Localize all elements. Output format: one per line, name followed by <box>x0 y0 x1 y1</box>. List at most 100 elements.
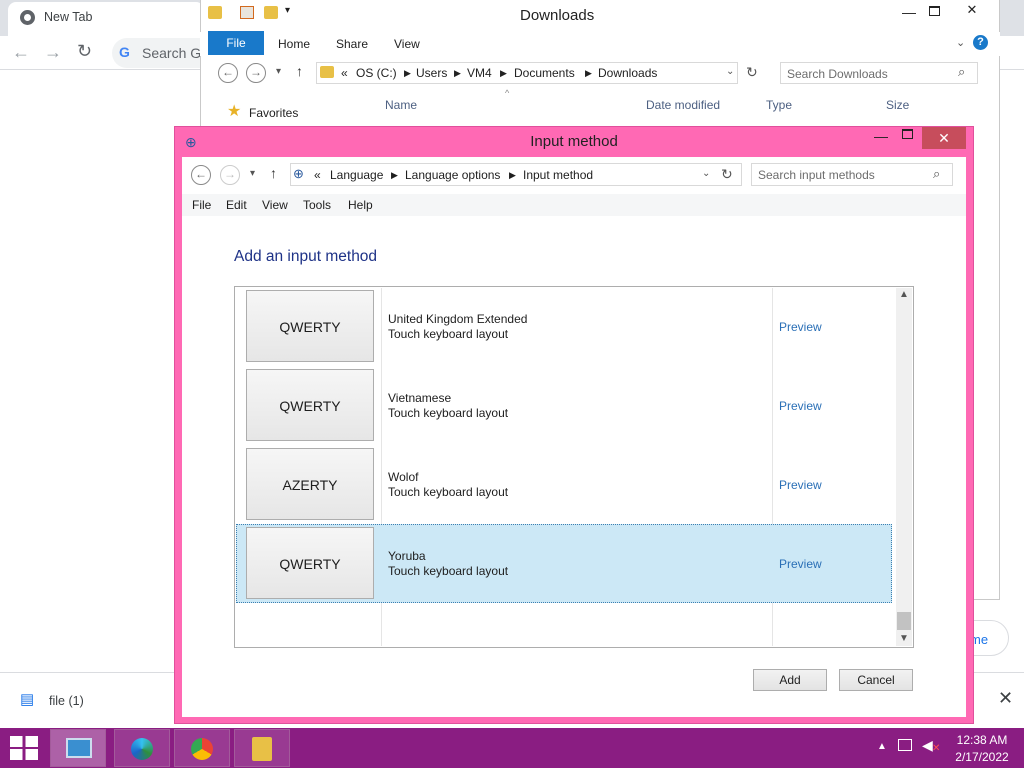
preview-link[interactable]: Preview <box>779 557 822 571</box>
minimize-icon[interactable]: — <box>874 128 888 144</box>
breadcrumb-os[interactable]: OS (C:) <box>356 66 397 80</box>
chevron-down-icon[interactable]: ▾ <box>285 5 290 16</box>
chevron-right-icon[interactable]: ▶ <box>454 68 461 79</box>
chevron-down-icon[interactable]: ⌄ <box>726 66 734 77</box>
chrome-tab[interactable] <box>8 2 204 36</box>
layout-thumbnail: QWERTY <box>246 290 374 362</box>
breadcrumb-overflow[interactable]: « <box>314 168 321 182</box>
chevron-right-icon[interactable]: ▶ <box>404 68 411 79</box>
new-folder-icon[interactable] <box>264 6 278 19</box>
breadcrumb-downloads[interactable]: Downloads <box>598 66 657 80</box>
column-date-modified[interactable]: Date modified <box>646 98 720 112</box>
up-icon[interactable]: ↑ <box>270 165 277 181</box>
folder-icon <box>208 6 222 19</box>
ribbon-tab-share[interactable]: Share <box>336 37 368 51</box>
forward-icon[interactable]: → <box>44 42 62 63</box>
file-icon: ▤ <box>20 691 35 708</box>
maximize-icon[interactable] <box>929 6 940 16</box>
folder-icon <box>252 737 272 761</box>
star-icon: ★ <box>227 103 242 120</box>
ribbon-tab-home[interactable]: Home <box>278 37 310 51</box>
taskbar-chrome[interactable] <box>174 729 230 767</box>
show-hidden-icons[interactable]: ▲ <box>877 741 887 752</box>
ribbon <box>200 32 1000 56</box>
add-button[interactable]: Add <box>753 669 827 691</box>
reload-icon[interactable]: ↻ <box>77 41 92 62</box>
recent-icon[interactable]: ▾ <box>250 168 255 179</box>
column-size[interactable]: Size <box>886 98 909 112</box>
up-icon[interactable]: ↑ <box>296 63 303 79</box>
taskbar-edge[interactable] <box>114 729 170 767</box>
menu-bar <box>182 194 966 216</box>
refresh-icon[interactable]: ↻ <box>721 166 733 183</box>
layout-thumbnail: QWERTY <box>246 527 374 599</box>
breadcrumb-users[interactable]: Users <box>416 66 447 80</box>
cancel-button[interactable]: Cancel <box>839 669 913 691</box>
column-name[interactable]: Name <box>385 98 417 112</box>
clock-date[interactable]: 2/17/2022 <box>950 750 1014 764</box>
close-icon[interactable]: ✕ <box>998 688 1013 709</box>
preview-link[interactable]: Preview <box>779 478 822 492</box>
back-icon[interactable]: ← <box>12 42 30 63</box>
refresh-icon[interactable]: ↻ <box>746 64 758 81</box>
breadcrumb-input-method[interactable]: Input method <box>523 168 593 182</box>
chevron-right-icon[interactable]: ▶ <box>391 170 398 181</box>
search-icon[interactable]: ⌕ <box>933 166 940 182</box>
scrollbar[interactable] <box>896 288 912 646</box>
chevron-right-icon[interactable]: ▶ <box>585 68 592 79</box>
close-icon[interactable]: ✕ <box>950 0 994 20</box>
column-type[interactable]: Type <box>766 98 792 112</box>
back-icon[interactable]: ← <box>218 63 238 83</box>
menu-view[interactable]: View <box>262 198 288 212</box>
layout-description: Touch keyboard layout <box>388 564 509 578</box>
ribbon-tab-file[interactable]: File <box>208 31 264 55</box>
layout-description: Touch keyboard layout <box>388 406 509 420</box>
help-icon[interactable]: ? <box>973 35 988 50</box>
scroll-down-icon[interactable]: ▼ <box>899 633 909 644</box>
breadcrumb-vm4[interactable]: VM4 <box>467 66 492 80</box>
menu-file[interactable]: File <box>192 198 211 212</box>
close-icon[interactable]: ✕ <box>922 127 966 149</box>
menu-tools[interactable]: Tools <box>303 198 331 212</box>
properties-icon[interactable] <box>240 6 254 19</box>
scrollbar-thumb[interactable] <box>897 612 911 630</box>
minimize-icon[interactable]: — <box>902 4 916 20</box>
favorites-item[interactable]: Favorites <box>249 106 298 120</box>
chevron-down-icon[interactable]: ⌄ <box>702 168 710 179</box>
recent-icon[interactable]: ▾ <box>276 66 281 77</box>
breadcrumb-overflow[interactable]: « <box>341 66 348 80</box>
breadcrumb-language-options[interactable]: Language options <box>405 168 500 182</box>
layout-thumbnail: QWERTY <box>246 369 374 441</box>
taskbar-control-panel[interactable] <box>50 729 106 767</box>
control-panel-icon <box>66 738 92 758</box>
start-button[interactable] <box>10 736 38 760</box>
page-heading: Add an input method <box>234 248 378 265</box>
menu-edit[interactable]: Edit <box>226 198 247 212</box>
forward-icon[interactable]: → <box>220 165 240 185</box>
forward-icon[interactable]: → <box>246 63 266 83</box>
search-placeholder: Search Downloads <box>787 67 888 81</box>
network-icon[interactable] <box>898 739 912 751</box>
layout-description: Touch keyboard layout <box>388 485 509 499</box>
menu-help[interactable]: Help <box>348 198 373 212</box>
layout-name: Vietnamese <box>388 391 452 405</box>
chevron-right-icon[interactable]: ▶ <box>509 170 516 181</box>
layout-description: Touch keyboard layout <box>388 327 509 341</box>
back-icon[interactable]: ← <box>191 165 211 185</box>
maximize-icon[interactable] <box>902 129 913 139</box>
scroll-up-icon[interactable]: ▲ <box>899 289 909 300</box>
download-item[interactable]: file (1) <box>49 694 84 708</box>
breadcrumb-documents[interactable]: Documents <box>514 66 575 80</box>
search-icon[interactable]: ⌕ <box>958 64 965 80</box>
clock-time[interactable]: 12:38 AM <box>950 733 1014 747</box>
preview-link[interactable]: Preview <box>779 320 822 334</box>
language-icon: ⊕ <box>293 166 304 181</box>
preview-link[interactable]: Preview <box>779 399 822 413</box>
chrome-tab-title: New Tab <box>44 10 93 24</box>
ribbon-tab-view[interactable]: View <box>394 37 420 51</box>
chevron-down-icon[interactable]: ⌄ <box>956 36 965 49</box>
layout-name: United Kingdom Extended <box>388 312 528 326</box>
taskbar-explorer[interactable] <box>234 729 290 767</box>
chevron-right-icon[interactable]: ▶ <box>500 68 507 79</box>
breadcrumb-language[interactable]: Language <box>330 168 383 182</box>
